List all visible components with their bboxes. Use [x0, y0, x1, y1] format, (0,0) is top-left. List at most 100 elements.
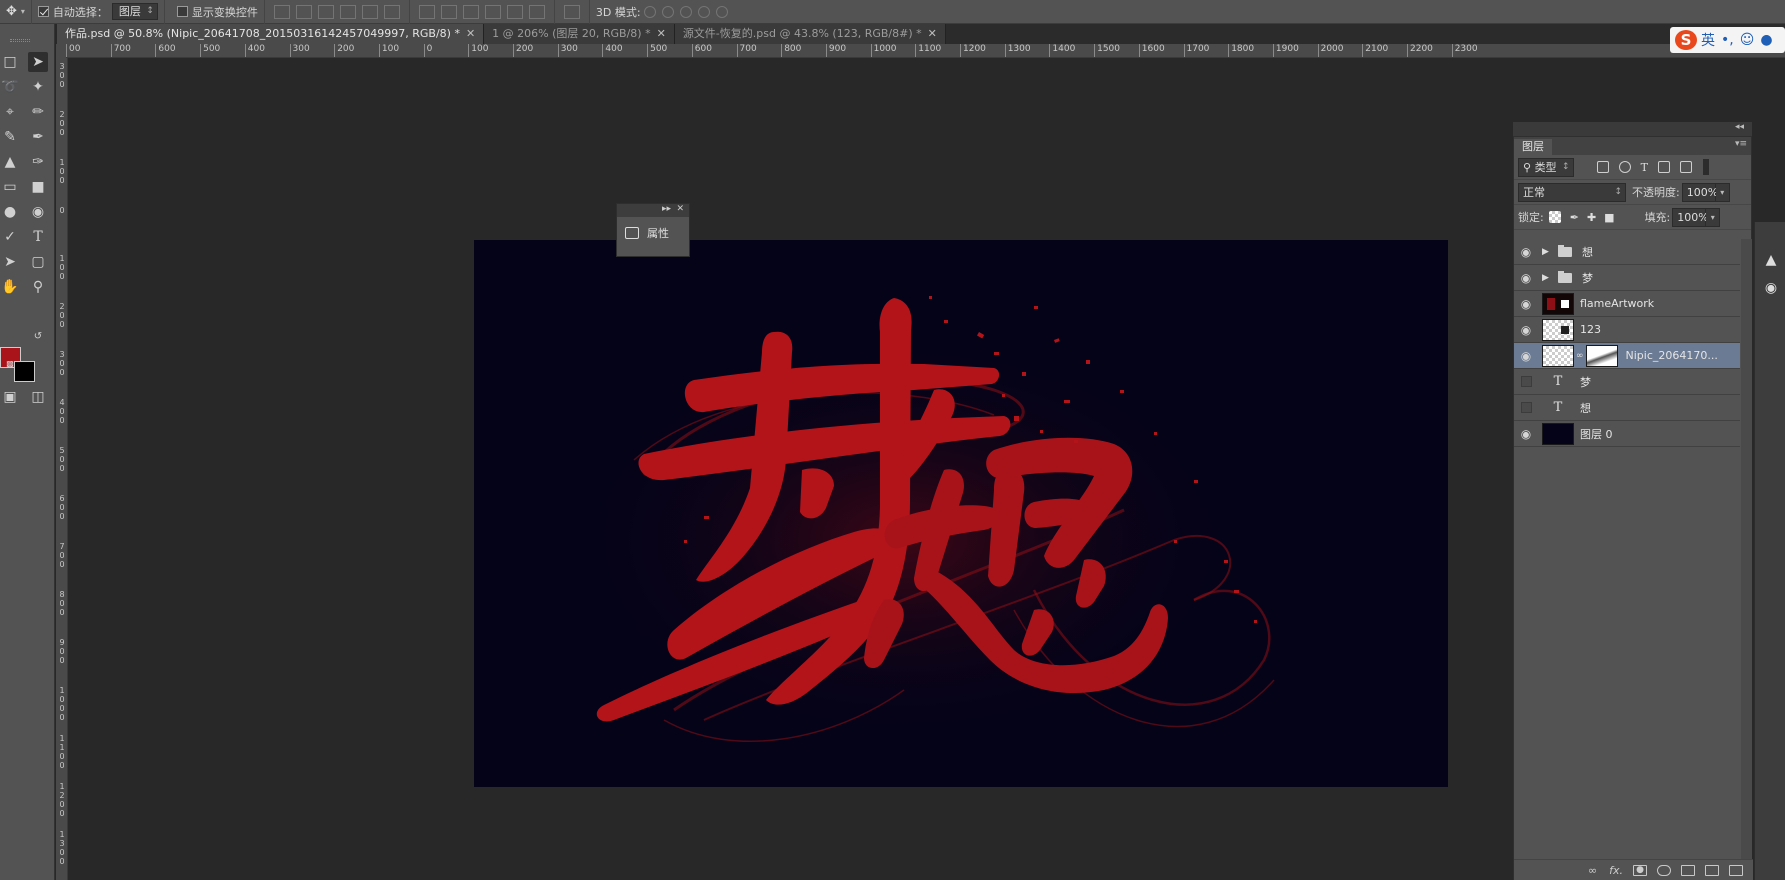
lock-all-icon[interactable]: ■	[1604, 211, 1614, 224]
filter-pixel-icon[interactable]	[1596, 161, 1609, 173]
align-right-icon[interactable]	[383, 4, 400, 19]
quick-mask-icon[interactable]: ▣	[0, 387, 20, 407]
filter-adjustment-icon[interactable]	[1618, 161, 1631, 173]
ime-language-toggle[interactable]: 英	[1701, 30, 1715, 50]
hand-tool-icon[interactable]: ✋	[0, 277, 20, 297]
visibility-eye-icon[interactable]: ◉	[1514, 297, 1538, 311]
mask-icon[interactable]: ●	[1633, 865, 1647, 876]
toolbar-grip[interactable]	[10, 39, 30, 42]
align-vcenter-icon[interactable]	[295, 4, 312, 19]
filter-kind-dropdown[interactable]: ⚲ 类型	[1518, 157, 1574, 177]
scale-3d-icon[interactable]	[715, 5, 728, 18]
distribute-bottom-icon[interactable]	[462, 4, 479, 19]
drag-3d-icon[interactable]	[679, 5, 692, 18]
auto-select-checkbox[interactable]	[37, 6, 49, 17]
horizontal-ruler[interactable]: 00 700 600 500 400 300 200 100 0 100 200 300 400 500 6…	[66, 44, 1785, 58]
auto-align-icon[interactable]	[563, 4, 580, 19]
align-hcenter-icon[interactable]	[361, 4, 378, 19]
fx-icon[interactable]: fx.	[1609, 864, 1623, 877]
shape-tool-icon[interactable]: ▢	[28, 252, 48, 272]
distribute-right-icon[interactable]	[528, 4, 545, 19]
tool-preset-picker[interactable]: ✥ ▾	[0, 0, 32, 24]
layers-scrollbar[interactable]	[1741, 239, 1752, 859]
show-transform-checkbox[interactable]	[176, 6, 188, 17]
gradient-tool-icon[interactable]: ■	[28, 177, 48, 197]
link-icon[interactable]: ∞	[1588, 864, 1597, 877]
layer-0[interactable]: ◉ 图层 0	[1514, 421, 1740, 447]
smile-icon[interactable]: ☺	[1740, 32, 1755, 48]
trash-icon[interactable]	[1729, 865, 1743, 876]
fill-input[interactable]: 100%	[1672, 207, 1709, 227]
visibility-eye-icon[interactable]: ◉	[1514, 271, 1538, 285]
healing-brush-tool-icon[interactable]: ✎	[0, 127, 20, 147]
clone-stamp-tool-icon[interactable]: ▲	[0, 152, 20, 172]
lock-pixels-icon[interactable]: ✒	[1570, 211, 1579, 224]
distribute-hcenter-icon[interactable]	[506, 4, 523, 19]
expand-arrow-icon[interactable]: ▶	[1542, 247, 1554, 257]
panel-menu-icon[interactable]: ▾≡	[1735, 139, 1747, 149]
close-icon[interactable]: ✕	[657, 27, 666, 40]
opacity-slider-button[interactable]: ▾	[1715, 182, 1730, 202]
pen-tool-icon[interactable]: ✓	[0, 227, 20, 247]
cube-3d-icon[interactable]: ▲	[1763, 252, 1779, 268]
type-tool-icon[interactable]: T	[28, 227, 48, 247]
visibility-eye-icon[interactable]: ◉	[1514, 427, 1538, 441]
document-canvas[interactable]	[474, 240, 1448, 787]
adjustment-icon[interactable]	[1657, 865, 1671, 876]
magic-wand-tool-icon[interactable]: ✦	[28, 77, 48, 97]
properties-panel-header[interactable]: ▸▸ ✕	[617, 204, 689, 217]
layer-text-think[interactable]: T 想	[1514, 395, 1740, 421]
visibility-eye-icon[interactable]: ◉	[1514, 349, 1538, 363]
orbit-3d-icon[interactable]	[643, 5, 656, 18]
close-icon[interactable]: ✕	[928, 27, 937, 40]
layer-group-dream[interactable]: ◉ ▶ 梦	[1514, 265, 1740, 291]
distribute-vcenter-icon[interactable]	[440, 4, 457, 19]
collapse-icon[interactable]: ▸▸	[662, 204, 671, 214]
history-brush-tool-icon[interactable]: ✑	[28, 152, 48, 172]
filter-type-icon[interactable]: T	[1641, 161, 1648, 174]
folder-icon[interactable]	[1681, 865, 1695, 876]
panel-dock-header[interactable]: ◂◂	[1513, 122, 1752, 136]
properties-button[interactable]: 属性	[617, 217, 689, 249]
tab-document-1[interactable]: 作品.psd @ 50.8% (Nipic_20641708_201503161…	[57, 24, 485, 44]
default-colors-icon[interactable]: ▩	[0, 354, 20, 374]
move-tool-icon[interactable]: ➤	[28, 52, 48, 72]
brush-tool-icon[interactable]: ✒	[28, 127, 48, 147]
marquee-tool-icon[interactable]: □	[0, 52, 20, 72]
dodge-tool-icon[interactable]: ◉	[28, 202, 48, 222]
eraser-tool-icon[interactable]: ▭	[0, 177, 20, 197]
blur-tool-icon[interactable]: ●	[0, 202, 20, 222]
align-top-icon[interactable]	[273, 4, 290, 19]
layer-flameartwork[interactable]: ◉ flameArtwork	[1514, 291, 1740, 317]
blend-mode-dropdown[interactable]: 正常	[1518, 182, 1626, 202]
slide-3d-icon[interactable]	[697, 5, 710, 18]
roll-3d-icon[interactable]	[661, 5, 674, 18]
mask-link-icon[interactable]: ∞	[1576, 351, 1584, 361]
close-icon[interactable]: ✕	[466, 27, 475, 40]
lasso-tool-icon[interactable]: ➰	[0, 77, 20, 97]
filter-toggle-switch[interactable]	[1702, 159, 1709, 175]
mask-thumbnail[interactable]	[1585, 344, 1618, 367]
vertical-ruler[interactable]: 3002001000100200300400500600700800900100…	[56, 58, 68, 880]
distribute-top-icon[interactable]	[418, 4, 435, 19]
ime-status-bar[interactable]: S 英 •, ☺ ●	[1670, 27, 1785, 53]
distribute-left-icon[interactable]	[484, 4, 501, 19]
opacity-input[interactable]: 100%	[1681, 182, 1718, 202]
layer-group-think[interactable]: ◉ ▶ 想	[1514, 239, 1740, 265]
mic-icon[interactable]: ●	[1760, 32, 1772, 48]
path-selection-tool-icon[interactable]: ➤	[0, 252, 20, 272]
visibility-eye-icon[interactable]: ◉	[1514, 323, 1538, 337]
tab-document-3[interactable]: 源文件-恢复的.psd @ 43.8% (123, RGB/8#) * ✕	[674, 24, 946, 44]
materials-icon[interactable]: ◉	[1763, 280, 1779, 296]
auto-select-dropdown[interactable]: 图层	[111, 3, 158, 20]
ruler-corner[interactable]	[56, 44, 66, 58]
lock-transparent-icon[interactable]	[1548, 211, 1561, 223]
tab-document-2[interactable]: 1 @ 206% (图层 20, RGB/8) * ✕	[484, 24, 675, 44]
visibility-eye-icon[interactable]: ◉	[1514, 245, 1538, 259]
filter-smart-object-icon[interactable]	[1679, 161, 1692, 173]
screen-mode-icon[interactable]: ◫	[28, 387, 48, 407]
crop-tool-icon[interactable]: ⌖	[0, 102, 20, 122]
layer-nipic[interactable]: ◉ ∞ Nipic_2064170...	[1514, 343, 1740, 369]
fill-slider-button[interactable]: ▾	[1706, 207, 1721, 227]
lock-position-icon[interactable]: ✚	[1587, 211, 1596, 224]
